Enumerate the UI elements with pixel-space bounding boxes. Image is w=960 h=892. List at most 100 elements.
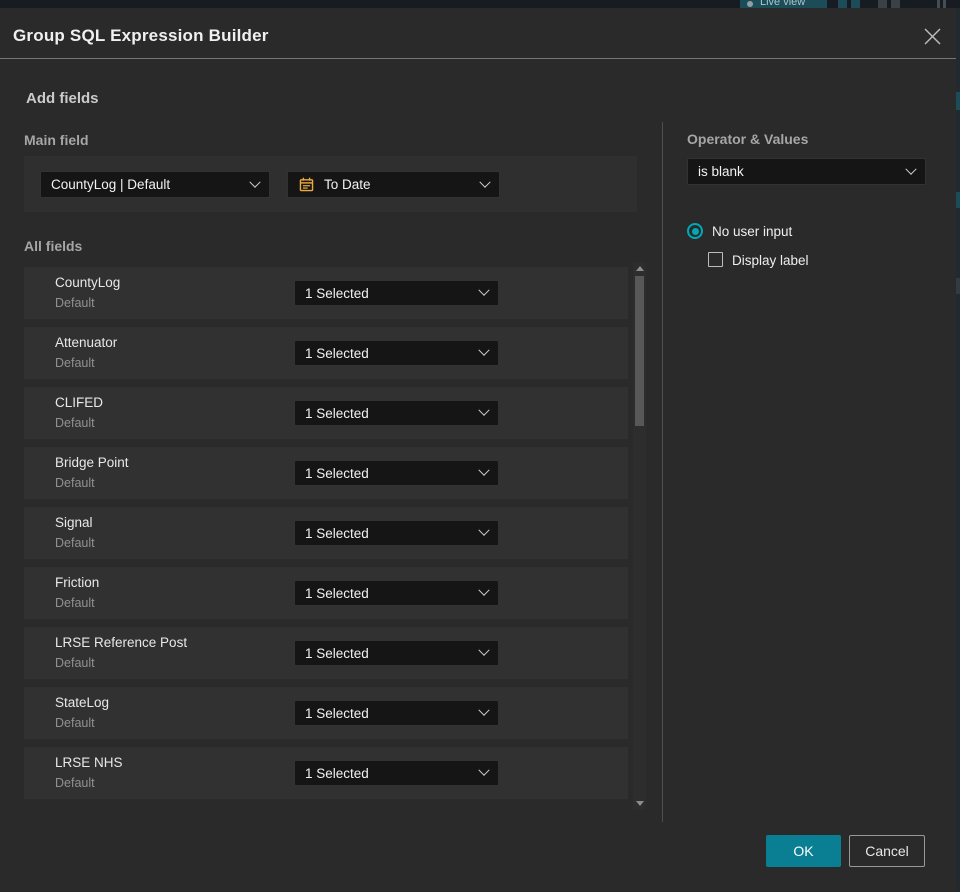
cancel-button[interactable]: Cancel <box>849 835 925 867</box>
field-selected-dropdown[interactable]: 1 Selected <box>294 460 499 486</box>
field-selected-value: 1 Selected <box>305 765 369 781</box>
field-type: Default <box>55 596 95 610</box>
scroll-up-icon[interactable] <box>636 266 644 271</box>
field-row: LRSE Reference Post Default 1 Selected <box>24 627 628 679</box>
field-selected-dropdown[interactable]: 1 Selected <box>294 280 499 306</box>
group-sql-expression-builder-dialog: Group SQL Expression Builder Add fields … <box>0 8 956 892</box>
field-name: Attenuator <box>55 335 118 350</box>
toolbar-button-icon[interactable] <box>891 0 900 8</box>
edge-teal-segment <box>956 192 960 208</box>
field-selected-value: 1 Selected <box>305 405 369 421</box>
add-fields-heading: Add fields <box>26 90 99 107</box>
main-field-label: Main field <box>24 132 89 148</box>
header-divider <box>0 58 956 59</box>
field-name: Signal <box>55 515 93 530</box>
field-type: Default <box>55 356 95 370</box>
display-label-label: Display label <box>732 253 809 268</box>
no-user-input-radio[interactable] <box>687 223 703 239</box>
operator-dropdown[interactable]: is blank <box>687 158 926 185</box>
toolbar-button-icon[interactable] <box>937 0 940 8</box>
field-type: Default <box>55 296 95 310</box>
calendar-icon <box>299 177 314 192</box>
field-name: StateLog <box>55 695 110 710</box>
field-selected-dropdown[interactable]: 1 Selected <box>294 640 499 666</box>
field-selected-dropdown[interactable]: 1 Selected <box>294 520 499 546</box>
field-selected-value: 1 Selected <box>305 585 369 601</box>
field-type: Default <box>55 476 95 490</box>
dialog-title: Group SQL Expression Builder <box>13 26 269 45</box>
toolbar-button-icon[interactable] <box>838 0 847 8</box>
field-name: LRSE NHS <box>55 755 123 770</box>
field-row: CLIFED Default 1 Selected <box>24 387 628 439</box>
field-type: Default <box>55 536 95 550</box>
chevron-down-icon <box>249 176 261 188</box>
section-divider <box>662 122 663 822</box>
list-scrollbar[interactable] <box>633 262 646 810</box>
background-toolbar-strip: Live view <box>0 0 960 8</box>
field-row: Friction Default 1 Selected <box>24 567 628 619</box>
field-row: Bridge Point Default 1 Selected <box>24 447 628 499</box>
edge-teal-segment <box>956 92 960 110</box>
field-name: CountyLog <box>55 275 121 290</box>
edge-gray-segment <box>956 278 960 294</box>
toolbar-button-icon[interactable] <box>878 0 887 8</box>
field-name: CLIFED <box>55 395 104 410</box>
field-selected-dropdown[interactable]: 1 Selected <box>294 340 499 366</box>
chevron-down-icon <box>478 584 490 596</box>
live-view-label: Live view <box>760 0 806 8</box>
chevron-down-icon <box>478 344 490 356</box>
field-selected-value: 1 Selected <box>305 645 369 661</box>
all-fields-label: All fields <box>24 238 83 254</box>
toolbar-button-icon[interactable] <box>851 0 860 8</box>
field-type: Default <box>55 716 95 730</box>
main-field-date-value: To Date <box>324 177 371 192</box>
chevron-down-icon <box>478 404 490 416</box>
chevron-down-icon <box>478 524 490 536</box>
field-selected-value: 1 Selected <box>305 345 369 361</box>
operator-value: is blank <box>698 164 744 179</box>
field-row: StateLog Default 1 Selected <box>24 687 628 739</box>
field-selected-dropdown[interactable]: 1 Selected <box>294 400 499 426</box>
field-type: Default <box>55 416 95 430</box>
scrollbar-thumb[interactable] <box>635 276 644 426</box>
field-name: LRSE Reference Post <box>55 635 188 650</box>
field-name: Bridge Point <box>55 455 129 470</box>
chevron-down-icon <box>478 764 490 776</box>
field-selected-value: 1 Selected <box>305 705 369 721</box>
chevron-down-icon <box>905 163 917 175</box>
close-icon[interactable] <box>922 26 943 47</box>
field-row: Signal Default 1 Selected <box>24 507 628 559</box>
toolbar-button-icon[interactable] <box>943 0 946 8</box>
field-selected-value: 1 Selected <box>305 525 369 541</box>
no-user-input-label: No user input <box>712 224 793 239</box>
field-selected-dropdown[interactable]: 1 Selected <box>294 760 499 786</box>
field-row: LRSE NHS Default 1 Selected <box>24 747 628 799</box>
chevron-down-icon <box>478 644 490 656</box>
field-type: Default <box>55 656 95 670</box>
ok-button[interactable]: OK <box>766 835 841 867</box>
chevron-down-icon <box>479 176 491 188</box>
field-selected-value: 1 Selected <box>305 285 369 301</box>
display-label-checkbox[interactable] <box>708 252 723 267</box>
main-field-panel: CountyLog | Default To Date <box>24 156 637 212</box>
operator-values-label: Operator & Values <box>687 131 809 147</box>
live-view-toggle[interactable]: Live view <box>740 0 827 8</box>
field-row: CountyLog Default 1 Selected <box>24 267 628 319</box>
background-edge-strip <box>956 8 960 892</box>
field-type: Default <box>55 776 95 790</box>
field-name: Friction <box>55 575 100 590</box>
scroll-down-icon[interactable] <box>636 801 644 806</box>
chevron-down-icon <box>478 704 490 716</box>
field-selected-dropdown[interactable]: 1 Selected <box>294 700 499 726</box>
field-selected-dropdown[interactable]: 1 Selected <box>294 580 499 606</box>
live-view-dot-icon <box>747 1 753 7</box>
main-field-source-dropdown[interactable]: CountyLog | Default <box>40 171 270 198</box>
field-selected-value: 1 Selected <box>305 465 369 481</box>
main-field-source-value: CountyLog | Default <box>51 177 171 192</box>
chevron-down-icon <box>478 464 490 476</box>
main-field-date-dropdown[interactable]: To Date <box>287 171 500 198</box>
all-fields-list: CountyLog Default 1 Selected Attenuator … <box>24 267 628 807</box>
chevron-down-icon <box>478 284 490 296</box>
screen: Live view Group SQL Expression Builder A… <box>0 0 960 892</box>
field-row: Attenuator Default 1 Selected <box>24 327 628 379</box>
